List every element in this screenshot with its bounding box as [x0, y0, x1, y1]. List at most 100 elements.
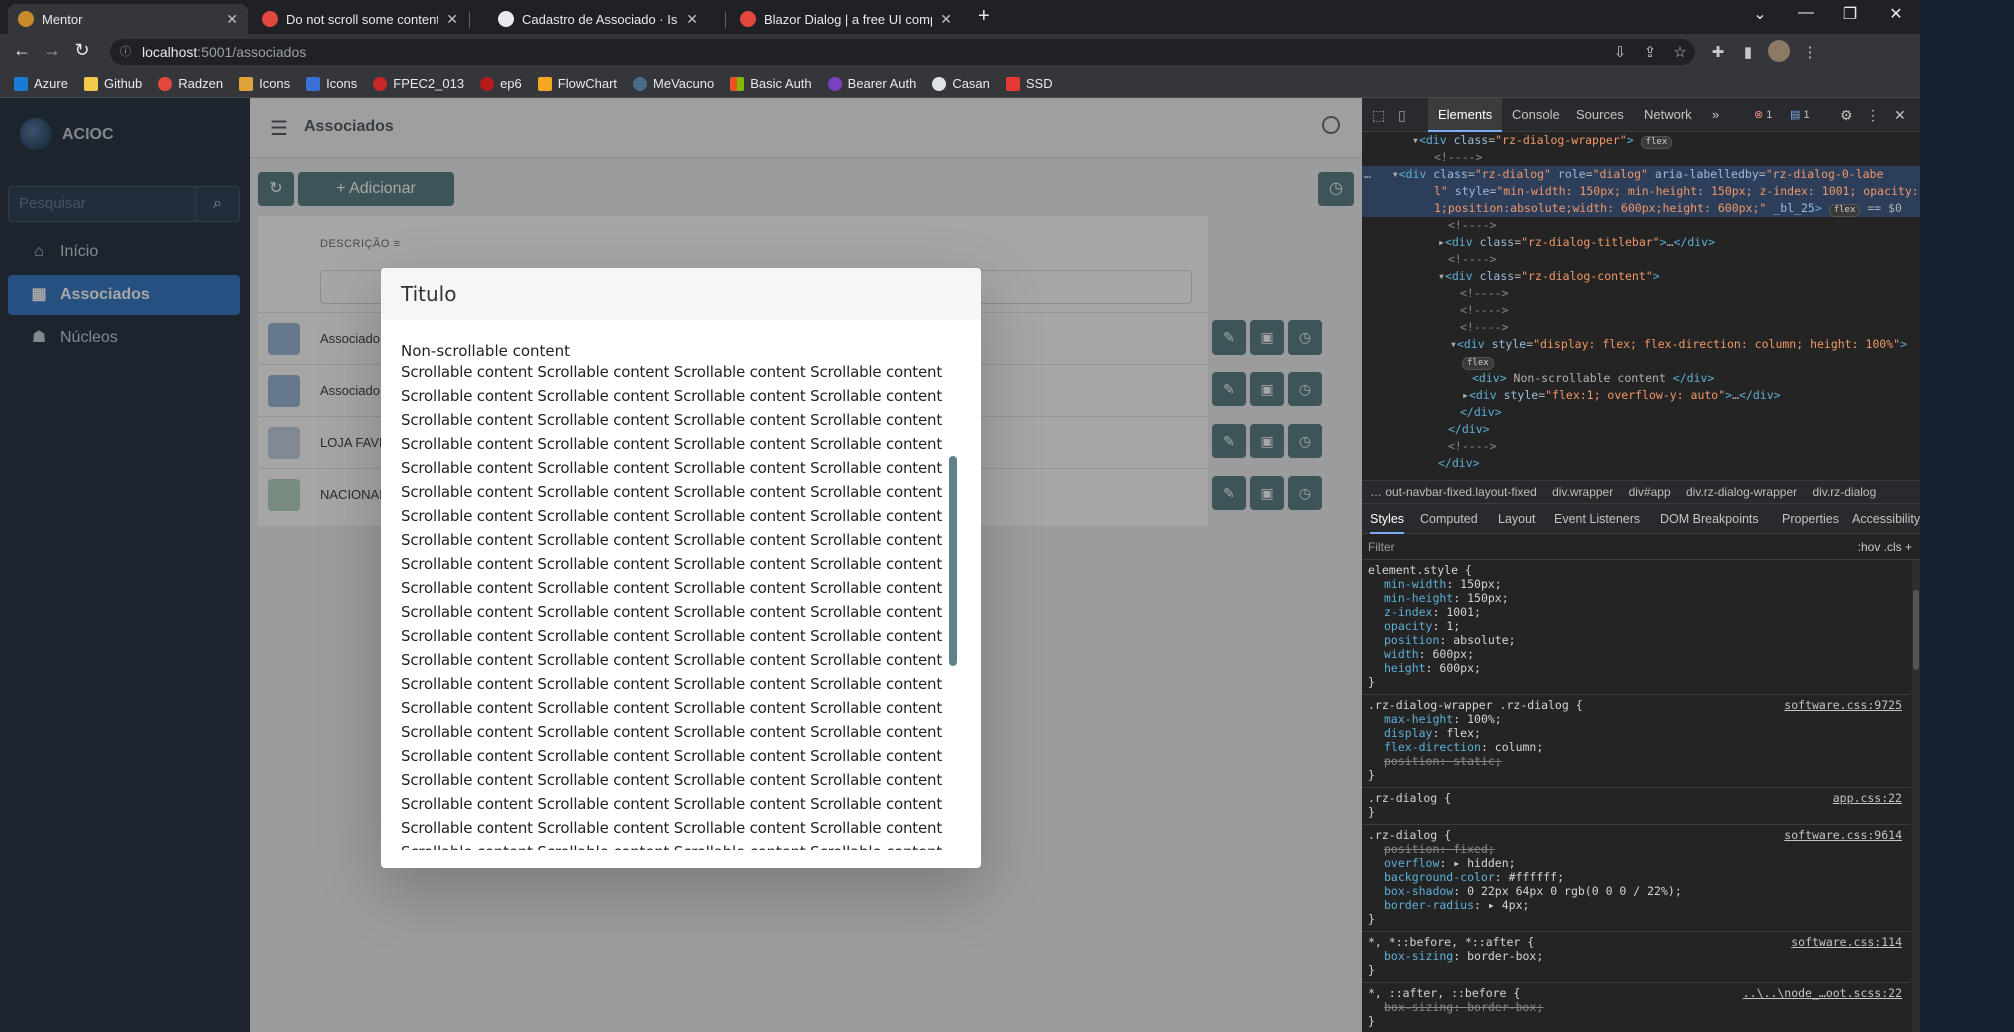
- css-property-value[interactable]: 100%;: [1467, 712, 1502, 726]
- close-window-icon[interactable]: ✕: [1876, 4, 1916, 24]
- close-tab-icon[interactable]: ✕: [226, 11, 238, 28]
- css-property-value[interactable]: 600px;: [1432, 647, 1474, 661]
- css-property-name[interactable]: overflow: [1384, 856, 1439, 870]
- css-property-value[interactable]: 1001;: [1446, 605, 1481, 619]
- css-property[interactable]: min-height: 150px;: [1368, 591, 1904, 605]
- dom-node[interactable]: ▾<div style="display: flex; flex-directi…: [1362, 336, 1920, 353]
- css-property-value[interactable]: fixed;: [1453, 842, 1495, 856]
- breadcrumb-item[interactable]: … out-navbar-fixed.layout-fixed: [1370, 485, 1537, 499]
- css-property[interactable]: position: absolute;: [1368, 633, 1904, 647]
- tab-event-listeners[interactable]: Event Listeners: [1554, 504, 1640, 534]
- bookmark-mevacuno[interactable]: MeVacuno: [633, 76, 714, 91]
- side-panel-icon[interactable]: ▮: [1738, 43, 1758, 61]
- css-property[interactable]: border-radius: ▸ 4px;: [1368, 898, 1904, 912]
- css-property-value[interactable]: 150px;: [1467, 591, 1509, 605]
- tab-search-icon[interactable]: ⌄: [1740, 4, 1780, 24]
- css-property-value[interactable]: 0 22px 64px 0 rgb(0 0 0 / 22%);: [1467, 884, 1682, 898]
- css-property-value[interactable]: 600px;: [1439, 661, 1481, 675]
- settings-gear-icon[interactable]: ⚙: [1840, 98, 1853, 132]
- css-property-value[interactable]: border-box;: [1467, 1000, 1543, 1014]
- dom-node-selected-cont[interactable]: l" style="min-width: 150px; min-height: …: [1362, 183, 1920, 200]
- bookmark-star-icon[interactable]: ☆: [1670, 43, 1690, 61]
- close-tab-icon[interactable]: ✕: [940, 11, 952, 28]
- css-property[interactable]: box-sizing: border-box;: [1368, 1000, 1904, 1014]
- css-property-value[interactable]: ▸ 4px;: [1488, 898, 1530, 912]
- css-source-link[interactable]: software.css:9614: [1784, 828, 1902, 842]
- css-rule[interactable]: .rz-dialog {software.css:9614 position: f…: [1362, 825, 1910, 932]
- flex-badge[interactable]: flex: [1640, 136, 1673, 149]
- css-property[interactable]: width: 600px;: [1368, 647, 1904, 661]
- tab-computed[interactable]: Computed: [1420, 504, 1478, 534]
- css-rule[interactable]: .rz-dialog-wrapper .rz-dialog {software.…: [1362, 695, 1910, 788]
- minimize-icon[interactable]: —: [1786, 4, 1826, 22]
- message-count-badge[interactable]: ▤ 1: [1790, 98, 1810, 132]
- css-property-value[interactable]: #ffffff;: [1509, 870, 1564, 884]
- bookmark-basic-auth[interactable]: Basic Auth: [730, 76, 812, 91]
- breadcrumb-item[interactable]: div.rz-dialog-wrapper: [1686, 485, 1797, 499]
- css-property-name[interactable]: max-height: [1384, 712, 1453, 726]
- dom-node[interactable]: </div>: [1362, 404, 1920, 421]
- close-devtools-icon[interactable]: ✕: [1894, 98, 1906, 132]
- forward-icon[interactable]: →: [40, 40, 64, 61]
- css-source-link[interactable]: app.css:22: [1833, 791, 1902, 805]
- css-property-value[interactable]: 150px;: [1460, 577, 1502, 591]
- css-property-name[interactable]: box-sizing: [1384, 1000, 1453, 1014]
- bookmark-radzen[interactable]: Radzen: [158, 76, 223, 91]
- scrollbar-thumb[interactable]: [1913, 590, 1919, 670]
- tab-github-issue[interactable]: Cadastro de Associado · Issue ✕: [488, 4, 708, 34]
- css-property-name[interactable]: position: [1384, 842, 1439, 856]
- css-property-value[interactable]: column;: [1495, 740, 1543, 754]
- bookmark-icons-2[interactable]: Icons: [306, 76, 357, 91]
- more-tabs-icon[interactable]: »: [1712, 98, 1719, 132]
- bookmark-casan[interactable]: Casan: [932, 76, 990, 91]
- css-property[interactable]: box-shadow: 0 22px 64px 0 rgb(0 0 0 / 22…: [1368, 884, 1904, 898]
- css-property-name[interactable]: opacity: [1384, 619, 1432, 633]
- bookmark-bearer-auth[interactable]: Bearer Auth: [827, 76, 916, 91]
- device-toolbar-icon[interactable]: ▯: [1398, 98, 1406, 132]
- tab-layout[interactable]: Layout: [1498, 504, 1536, 534]
- css-property-value[interactable]: flex;: [1446, 726, 1481, 740]
- css-property-name[interactable]: height: [1384, 661, 1426, 675]
- tab-dom-breakpoints[interactable]: DOM Breakpoints: [1660, 504, 1759, 534]
- tab-blazor-dialog[interactable]: Blazor Dialog | a free UI compon ✕: [730, 4, 962, 34]
- css-property[interactable]: display: flex;: [1368, 726, 1904, 740]
- style-toolbar-buttons[interactable]: :hov .cls +: [1858, 534, 1912, 560]
- bookmark-flowchart[interactable]: FlowChart: [537, 76, 617, 91]
- dom-node-selected[interactable]: … ▾<div class="rz-dialog" role="dialog" …: [1362, 166, 1920, 183]
- address-bar[interactable]: ⓘ localhost:5001/associados: [110, 39, 1695, 65]
- css-rule[interactable]: .rz-dialog {app.css:22}: [1362, 788, 1910, 825]
- styles-filter[interactable]: Filter :hov .cls +: [1362, 534, 1920, 560]
- css-rule[interactable]: element.style {min-width: 150px; min-heig…: [1362, 560, 1910, 695]
- breadcrumb-item[interactable]: div.rz-dialog: [1812, 485, 1876, 499]
- css-property[interactable]: box-sizing: border-box;: [1368, 949, 1904, 963]
- css-selector[interactable]: element.style {: [1368, 563, 1904, 577]
- dom-tree[interactable]: ▾<div class="rz-dialog-wrapper"> flex <!…: [1362, 132, 1920, 480]
- new-tab-icon[interactable]: +: [978, 5, 990, 28]
- dom-node[interactable]: <div> Non-scrollable content </div>: [1362, 370, 1920, 387]
- css-property[interactable]: position: fixed;: [1368, 842, 1904, 856]
- tab-network[interactable]: Network: [1644, 98, 1692, 132]
- restore-icon[interactable]: ❐: [1830, 4, 1870, 24]
- css-property-name[interactable]: z-index: [1384, 605, 1432, 619]
- css-property-value[interactable]: static;: [1453, 754, 1501, 768]
- bookmark-icons-1[interactable]: Icons: [239, 76, 290, 91]
- css-property-name[interactable]: width: [1384, 647, 1419, 661]
- css-property-name[interactable]: min-height: [1384, 591, 1453, 605]
- css-property-value[interactable]: ▸ hidden;: [1453, 856, 1515, 870]
- dom-node[interactable]: ▸<div class="rz-dialog-titlebar">…</div>: [1362, 234, 1920, 251]
- info-icon[interactable]: ⓘ: [120, 39, 131, 65]
- dom-node[interactable]: ▾<div class="rz-dialog-content">: [1362, 268, 1920, 285]
- extensions-icon[interactable]: ✚: [1708, 43, 1728, 61]
- css-source-link[interactable]: software.css:9725: [1784, 698, 1902, 712]
- profile-avatar[interactable]: [1768, 40, 1790, 62]
- css-property[interactable]: height: 600px;: [1368, 661, 1904, 675]
- tab-accessibility[interactable]: Accessibility: [1852, 504, 1920, 534]
- bookmark-azure[interactable]: Azure: [14, 76, 68, 91]
- flex-badge[interactable]: flex: [1828, 204, 1861, 217]
- devtools-menu-icon[interactable]: ⋮: [1866, 98, 1880, 132]
- css-rule[interactable]: *, *::before, *::after {software.css:114…: [1362, 932, 1910, 983]
- tab-sources[interactable]: Sources: [1576, 98, 1624, 132]
- css-property-name[interactable]: flex-direction: [1384, 740, 1481, 754]
- styles-pane[interactable]: element.style {min-width: 150px; min-heig…: [1362, 560, 1910, 1032]
- menu-kebab-icon[interactable]: ⋮: [1800, 43, 1820, 61]
